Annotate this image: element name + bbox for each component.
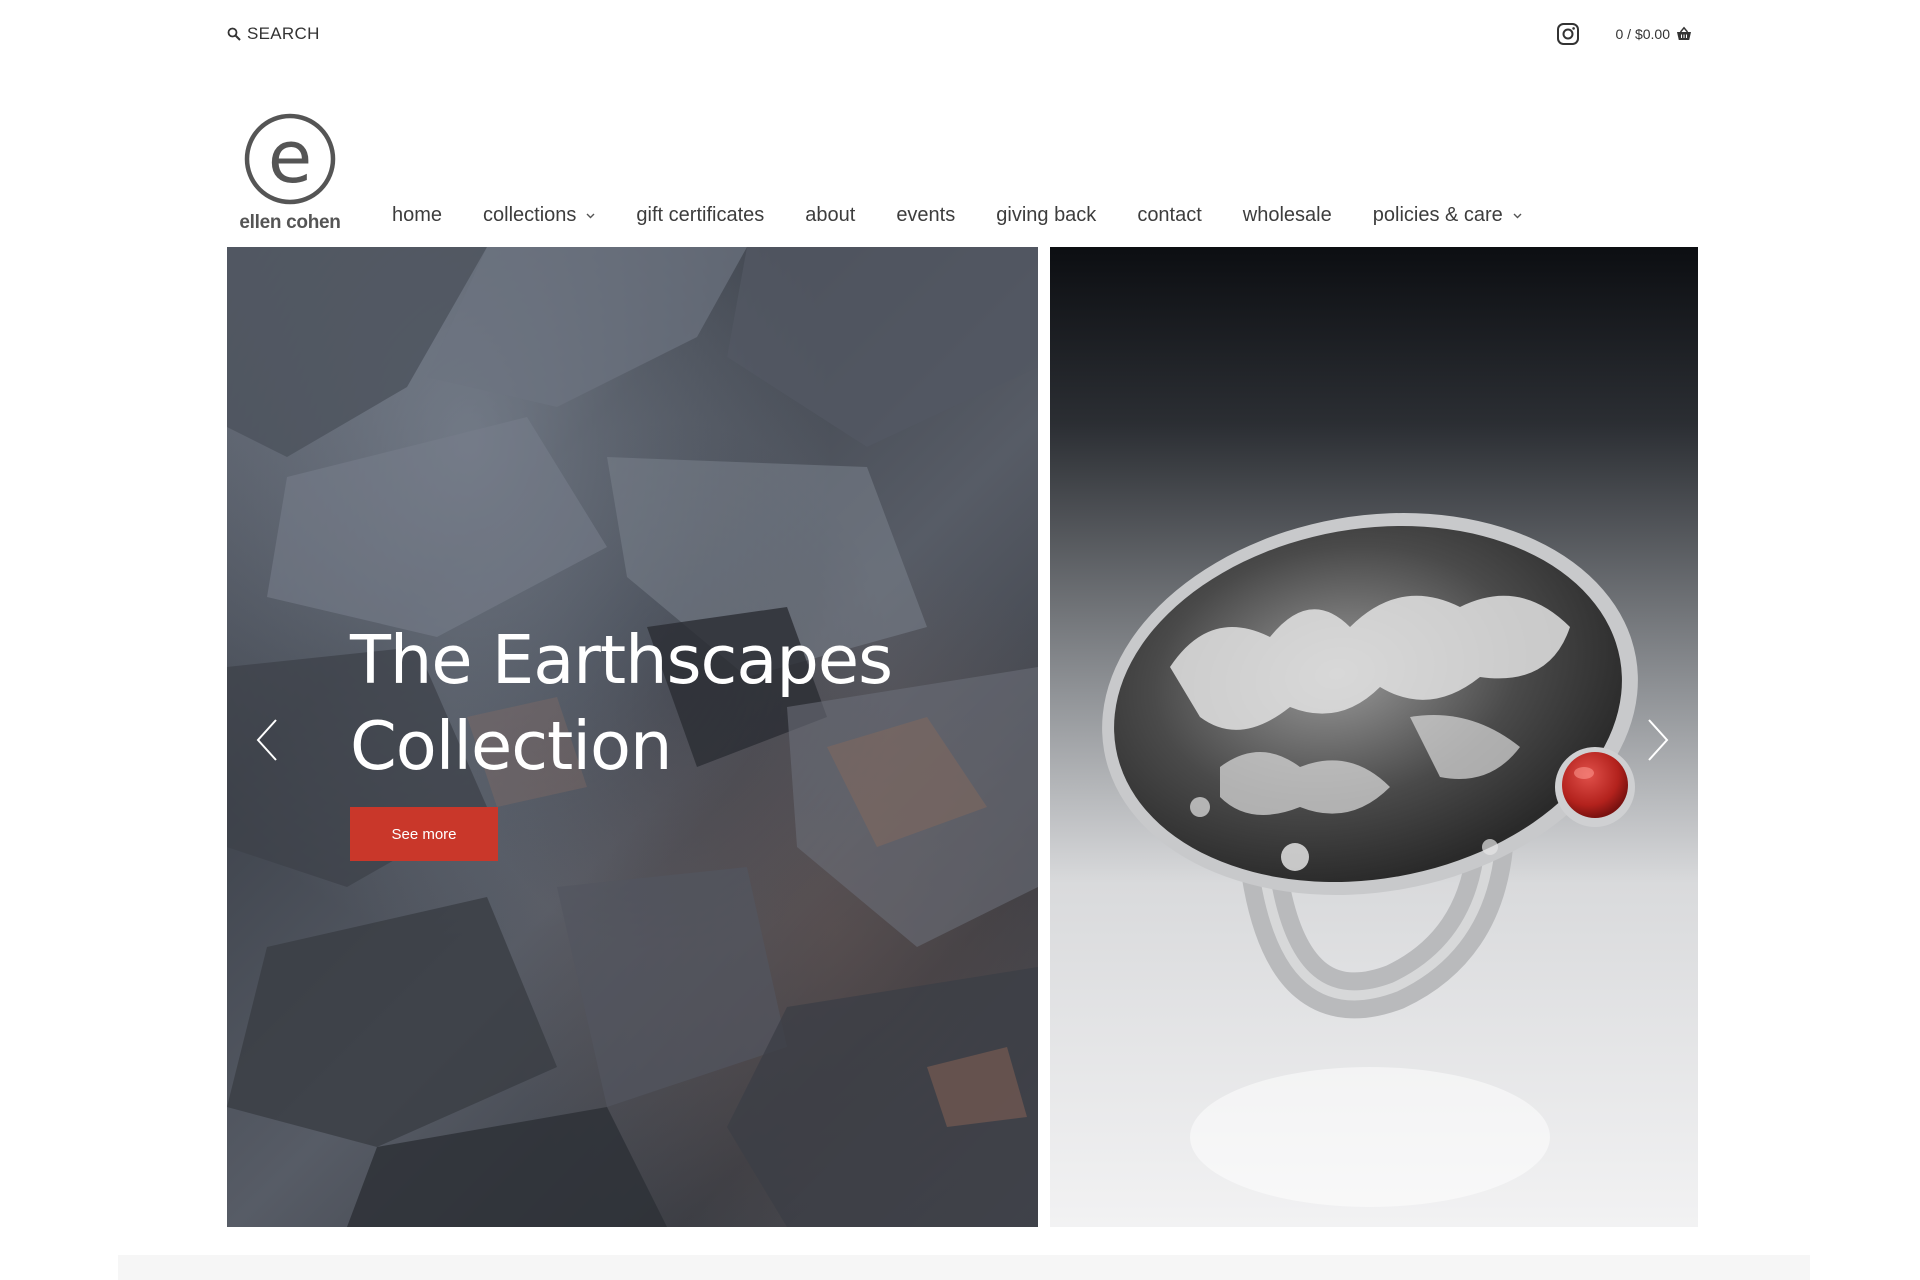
chevron-right-icon[interactable]	[1647, 718, 1669, 762]
search-icon	[227, 27, 241, 41]
nav-item-giving-back[interactable]: giving back	[996, 204, 1096, 227]
nav-item-gift-certificates[interactable]: gift certificates	[636, 204, 764, 227]
nav-item-collections[interactable]: collections	[483, 204, 595, 227]
nav-item-about[interactable]: about	[805, 204, 855, 227]
chevron-left-icon[interactable]	[256, 718, 278, 762]
cart-link[interactable]: 0 / $0.00	[1616, 26, 1693, 42]
instagram-link[interactable]	[1556, 22, 1580, 46]
nav-item-label: policies & care	[1372, 204, 1503, 226]
hero-title-line-1: The Earthscapes	[350, 621, 893, 699]
basket-icon	[1677, 26, 1691, 40]
nav-item-label: contact	[1137, 204, 1202, 226]
hero-title-line-2: Collection	[350, 707, 672, 785]
search-link[interactable]: SEARCH	[227, 24, 320, 44]
cart-summary: 0 / $0.00	[1615, 26, 1671, 42]
hero-slide-image-ring	[1050, 247, 1698, 1227]
page: SEARCH 0 / $0.00 e ellen cohen home coll…	[0, 0, 1920, 1280]
nav-item-label: gift certificates	[636, 204, 765, 226]
svg-text:e: e	[268, 115, 312, 199]
nav-item-label: home	[392, 204, 443, 226]
nav-item-label: events	[896, 204, 956, 226]
hero-title: The Earthscapes Collection	[350, 617, 910, 789]
instagram-icon	[1556, 23, 1579, 45]
nav-item-contact[interactable]: contact	[1137, 204, 1201, 227]
logo-wordmark: ellen cohen	[239, 212, 341, 233]
nav-item-label: wholesale	[1242, 204, 1332, 226]
nav-item-policies-care[interactable]: policies & care	[1373, 204, 1522, 227]
nav-item-label: giving back	[996, 204, 1097, 226]
hero-slide-image-rock: The Earthscapes Collection See more	[227, 247, 1038, 1227]
ring-illustration	[1102, 513, 1638, 1207]
chevron-down-icon	[586, 213, 595, 218]
main-nav: home collections gift certificates about…	[392, 204, 1563, 227]
header-utilities: 0 / $0.00	[1556, 22, 1693, 46]
nav-item-events[interactable]: events	[896, 204, 955, 227]
logo-mark: e	[244, 113, 336, 205]
site-logo[interactable]: e ellen cohen	[234, 112, 346, 234]
see-more-button[interactable]: See more	[350, 807, 498, 861]
search-label: SEARCH	[247, 24, 320, 43]
chevron-down-icon	[1513, 213, 1522, 218]
nav-item-wholesale[interactable]: wholesale	[1243, 204, 1332, 227]
section-divider	[118, 1255, 1810, 1280]
nav-item-home[interactable]: home	[392, 204, 442, 227]
nav-item-label: about	[805, 204, 856, 226]
nav-item-label: collections	[483, 204, 577, 226]
